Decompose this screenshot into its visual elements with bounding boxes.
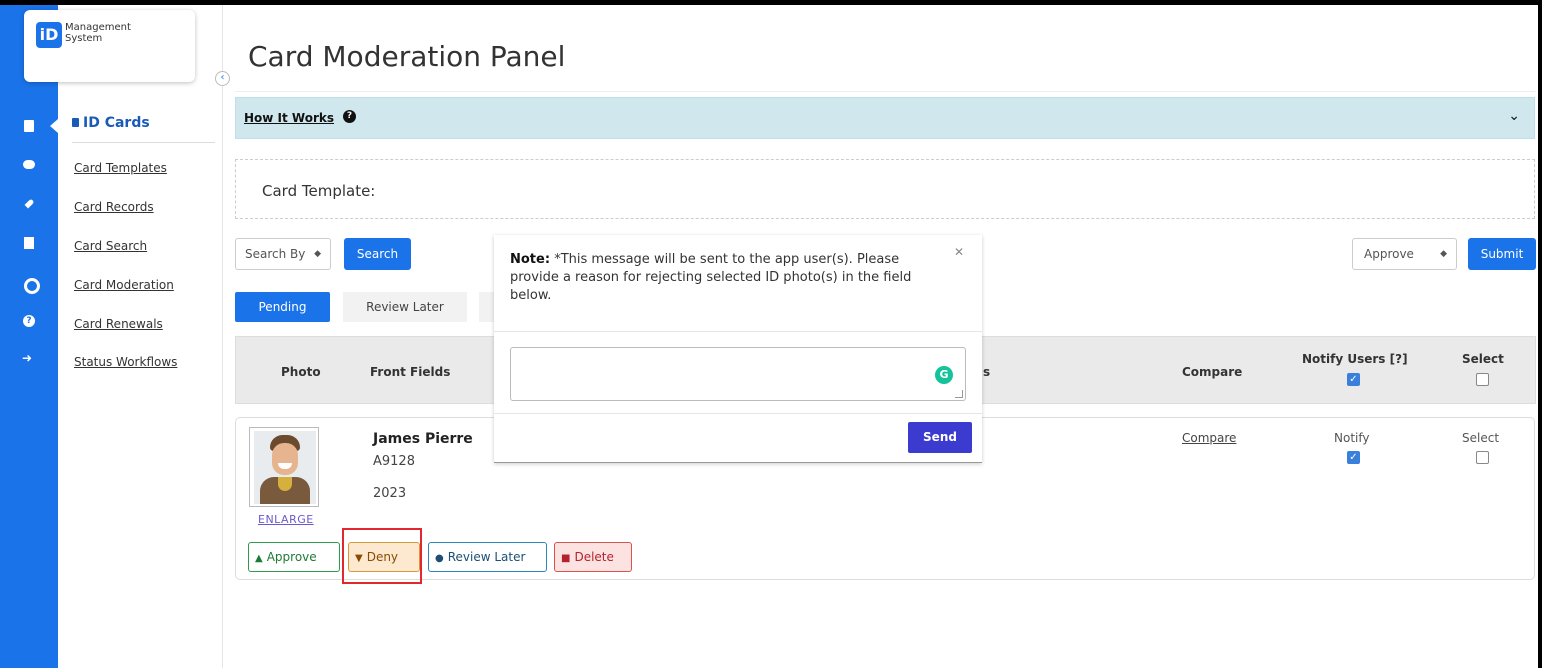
active-indicator	[50, 119, 58, 133]
logo-text: Management System	[65, 22, 131, 44]
select-arrow-icon: ◆	[1440, 249, 1447, 259]
notify-all-checkbox[interactable]: ✓	[1347, 373, 1360, 386]
logo-icon: iD	[36, 22, 62, 48]
file-icon[interactable]	[22, 236, 36, 250]
nav-divider	[72, 142, 215, 143]
gear-icon[interactable]	[22, 276, 40, 294]
id-photo[interactable]	[249, 427, 319, 507]
chevron-down-icon[interactable]: ⌄	[1508, 108, 1520, 124]
title-divider	[235, 91, 1535, 92]
header-notify-users[interactable]: Notify Users [?]	[1302, 352, 1408, 366]
how-it-works-bar[interactable]: How It Works ? ⌄	[235, 97, 1535, 139]
deny-reason-popover: Note: *This message will be sent to the …	[494, 235, 982, 463]
sidebar-item-status-workflows[interactable]: Status Workflows	[74, 355, 177, 369]
nav-section-title[interactable]: ID Cards	[72, 115, 150, 131]
header-compare: Compare	[1182, 365, 1243, 379]
search-button[interactable]: Search	[344, 238, 411, 270]
id-card-icon[interactable]	[22, 119, 36, 133]
notify-checkbox[interactable]: ✓	[1347, 451, 1360, 464]
compare-link[interactable]: Compare	[1182, 431, 1236, 445]
select-checkbox[interactable]	[1476, 451, 1489, 464]
popover-note: Note: *This message will be sent to the …	[510, 252, 912, 303]
resize-handle-icon[interactable]	[955, 390, 963, 398]
bulk-action-select[interactable]: Approve ◆	[1352, 238, 1457, 270]
chat-icon[interactable]	[22, 158, 36, 172]
app-window: iD Management System ‹ ID Cards Card Tem…	[0, 5, 1538, 668]
close-icon[interactable]: ✕	[954, 245, 964, 259]
sidebar-item-card-templates[interactable]: Card Templates	[74, 161, 167, 175]
secondary-nav	[58, 5, 223, 668]
grammarly-icon[interactable]: G	[935, 366, 953, 384]
page-title: Card Moderation Panel	[248, 40, 566, 73]
sidebar-item-card-renewals[interactable]: Card Renewals	[74, 317, 163, 331]
header-front-fields: Front Fields	[370, 365, 451, 379]
review-later-button[interactable]: ● Review Later	[428, 542, 547, 572]
popover-divider	[494, 331, 982, 332]
search-by-select[interactable]: Search By ◆	[235, 238, 331, 270]
user-photo-avatar	[254, 431, 316, 504]
logo-card: iD Management System	[24, 10, 195, 82]
how-it-works-link[interactable]: How It Works	[244, 111, 334, 125]
record-id: A9128	[373, 454, 415, 469]
enlarge-link[interactable]: ENLARGE	[258, 513, 314, 526]
record-year: 2023	[373, 486, 407, 501]
sidebar-item-card-moderation[interactable]: Card Moderation	[74, 278, 174, 292]
approve-button[interactable]: ▲ Approve	[248, 542, 340, 572]
tab-review-later[interactable]: Review Later	[343, 292, 467, 322]
card-template-label: Card Template:	[262, 182, 376, 200]
help-icon[interactable]	[22, 315, 36, 329]
popover-divider	[494, 413, 982, 414]
notify-label: Notify	[1334, 431, 1370, 445]
tab-pending[interactable]: Pending	[235, 292, 330, 322]
trash-icon: ■	[561, 553, 571, 564]
select-arrow-icon: ◆	[314, 249, 321, 259]
header-photo: Photo	[281, 365, 321, 379]
deny-reason-textarea[interactable]: G	[510, 347, 966, 401]
header-partial: s	[983, 365, 991, 379]
thumbs-up-icon: ▲	[255, 553, 263, 564]
sidebar-item-card-records[interactable]: Card Records	[74, 200, 154, 214]
logout-icon[interactable]	[22, 351, 36, 365]
select-label: Select	[1462, 431, 1500, 445]
delete-button[interactable]: ■ Delete	[554, 542, 632, 572]
header-select: Select	[1462, 352, 1504, 366]
card-template-box: Card Template:	[235, 159, 1535, 219]
sidebar-item-card-search[interactable]: Card Search	[74, 239, 147, 253]
icon-rail	[0, 5, 58, 668]
id-card-mini-icon	[72, 118, 79, 127]
submit-button[interactable]: Submit	[1468, 238, 1536, 270]
record-name: James Pierre	[373, 431, 473, 447]
select-all-checkbox[interactable]	[1476, 373, 1489, 386]
question-icon: ?	[343, 110, 356, 123]
rocket-icon[interactable]	[22, 198, 36, 212]
deny-highlight-box	[342, 528, 422, 584]
send-button[interactable]: Send	[908, 422, 972, 453]
clock-icon: ●	[435, 553, 444, 564]
